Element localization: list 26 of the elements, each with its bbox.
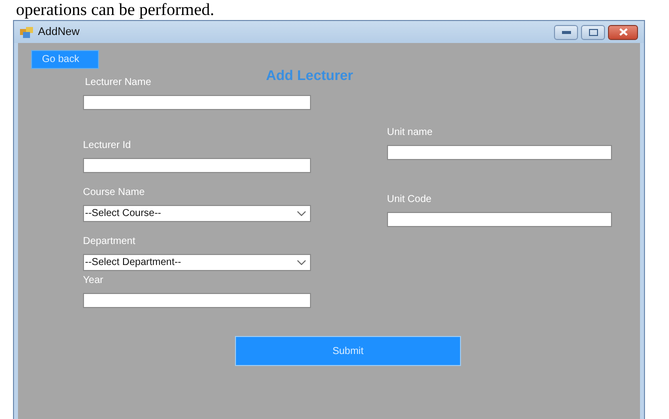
- minimize-button[interactable]: [554, 24, 578, 40]
- maximize-icon: [588, 28, 598, 36]
- field-label: Course Name: [83, 187, 145, 199]
- dropdown[interactable]: --Select Department--: [83, 254, 311, 271]
- field-label: Department: [83, 236, 136, 248]
- window-title: AddNew: [38, 26, 80, 38]
- field-label: Year: [83, 275, 104, 287]
- field-label: Unit Code: [387, 194, 432, 206]
- field-label: Lecturer Name: [85, 77, 152, 89]
- input-field[interactable]: [83, 293, 311, 308]
- input-field[interactable]: [83, 95, 311, 110]
- form-heading: Add Lecturer: [266, 67, 354, 83]
- input-field[interactable]: [387, 145, 612, 160]
- close-icon: [618, 28, 628, 36]
- chevron-down-icon: [297, 260, 306, 265]
- chevron-down-icon: [297, 211, 306, 216]
- input-field[interactable]: [83, 158, 311, 173]
- app-icon: [20, 26, 33, 38]
- field-label: Unit name: [387, 127, 433, 139]
- dropdown[interactable]: --Select Course--: [83, 205, 311, 222]
- close-button[interactable]: [608, 24, 638, 40]
- input-field[interactable]: [387, 212, 612, 227]
- maximize-button[interactable]: [581, 24, 605, 40]
- document-text: operations can be performed.: [16, 0, 214, 20]
- field-label: Lecturer Id: [83, 140, 131, 152]
- minimize-icon: [562, 30, 570, 34]
